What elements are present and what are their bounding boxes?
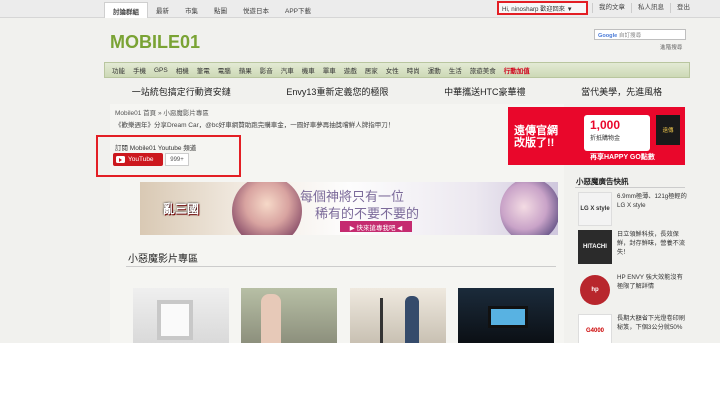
top-right-links: 我的文章 私人訊息 登出 (592, 3, 696, 13)
user-menu-dropdown[interactable]: Hi, ninosharp 歡迎回來 ▼ (497, 1, 588, 15)
nav-item-cameras[interactable]: 相機 (172, 65, 193, 75)
private-messages-link[interactable]: 私人訊息 (631, 3, 670, 13)
fetnet-ad-banner[interactable]: 遠傳官網 改版了!! 1,000 折抵購物金 再享HAPPY GO點數 遠傳 (508, 107, 685, 165)
tab-forum[interactable]: 討論群組 (104, 2, 148, 18)
promo-link[interactable]: 中華攜送HTC豪華禮 (444, 85, 526, 98)
highlight-box (96, 135, 241, 177)
tab-japan[interactable]: 悦遊日本 (235, 2, 277, 18)
promo-link[interactable]: 一站統包搞定行動資安鏈 (132, 85, 231, 98)
google-icon: Google (598, 33, 618, 39)
nav-item-features[interactable]: 功能 (108, 65, 129, 75)
nav-item-phones[interactable]: 手機 (129, 65, 150, 75)
video-thumbnail[interactable] (350, 288, 446, 343)
mobile01-site: 討論群組 最新 市集 點圖 悦遊日本 APP下載 Hi, ninosharp 歡… (0, 0, 720, 343)
game-character-image-2 (500, 182, 558, 235)
promo-link[interactable]: Envy13重新定義您的極限 (286, 85, 388, 98)
ad-amount: 1,000 (590, 118, 621, 132)
tab-market[interactable]: 市集 (177, 2, 206, 18)
game-ad-subheadline: 稀有的不要不要的 (315, 206, 420, 221)
ad-headline: 遠傳官網 (514, 125, 558, 137)
sidebar-ad-item[interactable]: HITACHI 日立領鮮科技，長效保鮮，封存鮮味，營養不流失！ (578, 230, 686, 268)
announcement-link[interactable]: 《歡樂週年》分享Dream Car，@bc好車網贊助跑完購車金，一圓好車夢再抽獎… (115, 119, 394, 129)
nav-item-travel-food[interactable]: 旅遊美食 (466, 65, 500, 75)
nav-item-home[interactable]: 居家 (361, 65, 382, 75)
sidebar-ad-text: 長期大額省下光燈卷印刷秘笈，下個3公分就50% (617, 315, 686, 331)
ad-happygo-text: 再享HAPPY GO點數 (590, 154, 655, 161)
nav-item-games[interactable]: 遊戲 (340, 65, 361, 75)
hitachi-image: HITACHI (578, 230, 612, 264)
nav-item-av[interactable]: 影音 (256, 65, 277, 75)
tab-latest[interactable]: 最新 (148, 2, 177, 18)
sidebar-ad-item[interactable]: hp HP ENVY 強大效能沒有極限了解詳情 (578, 273, 686, 311)
breadcrumb[interactable]: Mobile01 首頁 » 小惡魔影片專區 (115, 107, 209, 117)
top-tabs: 討論群組 最新 市集 點圖 悦遊日本 APP下載 (104, 2, 319, 18)
nav-item-cars[interactable]: 汽車 (277, 65, 298, 75)
top-bar: 討論群組 最新 市集 點圖 悦遊日本 APP下載 Hi, ninosharp 歡… (0, 0, 720, 18)
nav-item-gps[interactable]: GPS (150, 67, 172, 74)
section-divider (126, 266, 556, 267)
nav-item-bicycles[interactable]: 單車 (319, 65, 340, 75)
nav-item-sports[interactable]: 運動 (424, 65, 445, 75)
game-ad-banner[interactable]: 亂三國 每個神將只有一位 稀有的不要不要的 ▶ 快來搶專我吧 ◀ (140, 182, 558, 235)
ad-amount-caption: 折抵購物金 (590, 136, 621, 142)
nav-item-laptops[interactable]: 筆電 (193, 65, 214, 75)
printer-image: G4000 (578, 314, 612, 343)
sidebar-title: 小惡魔廣告快訊 (576, 177, 629, 186)
video-thumbnail[interactable] (241, 288, 337, 343)
game-logo: 亂三國 (162, 202, 199, 216)
game-character-image (232, 182, 302, 235)
ad-brand-tag: 遠傳 (656, 115, 680, 145)
tab-review[interactable]: 點圖 (206, 2, 235, 18)
svg-text:MOBILE01: MOBILE01 (110, 32, 200, 52)
nav-item-motorcycles[interactable]: 機車 (298, 65, 319, 75)
mobile01-logo[interactable]: MOBILE01 (110, 32, 240, 52)
sidebar-ad-item[interactable]: G4000 長期大額省下光燈卷印刷秘笈，下個3公分就50% (578, 314, 686, 343)
nav-item-women[interactable]: 女性 (382, 65, 403, 75)
category-nav: 功能 手機 GPS 相機 筆電 電腦 蘋果 影音 汽車 機車 單車 遊戲 居家 … (104, 62, 690, 78)
hp-logo-icon: hp (580, 275, 610, 305)
sidebar-ad-item[interactable]: LG X style 6.9mm極薄、121g極輕的 LG X style (578, 192, 687, 230)
sidebar-ad-text: HP ENVY 強大效能沒有極限了解詳情 (617, 274, 683, 290)
nav-item-computers[interactable]: 電腦 (214, 65, 235, 75)
advanced-search-link[interactable]: 進階搜尋 (660, 43, 682, 51)
game-ad-cta-button[interactable]: ▶ 快來搶專我吧 ◀ (340, 221, 412, 232)
sidebar-divider (575, 187, 685, 188)
promo-links: 一站統包搞定行動資安鏈 Envy13重新定義您的極限 中華攜送HTC豪華禮 當代… (104, 82, 690, 100)
my-articles-link[interactable]: 我的文章 (592, 3, 631, 13)
logout-link[interactable]: 登出 (670, 3, 696, 13)
video-thumbnail[interactable] (133, 288, 229, 343)
sidebar-ad-text: 6.9mm極薄、121g極輕的 LG X style (617, 193, 687, 209)
ad-subheadline: 改版了!! (514, 137, 555, 149)
promo-link[interactable]: 當代美學，先進風格 (581, 85, 662, 98)
nav-item-life[interactable]: 生活 (445, 65, 466, 75)
tab-app-download[interactable]: APP下載 (277, 2, 319, 18)
sidebar-ad-text: 日立領鮮科技，長效保鮮，封存鮮味，營養不流失！ (617, 231, 686, 256)
nav-item-apple[interactable]: 蘋果 (235, 65, 256, 75)
page: 討論群組 最新 市集 點圖 悦遊日本 APP下載 Hi, ninosharp 歡… (0, 0, 720, 393)
nav-item-fashion[interactable]: 時尚 (403, 65, 424, 75)
section-title: 小惡魔影片專區 (128, 254, 198, 265)
video-thumbnail[interactable] (458, 288, 554, 343)
lg-logo-image: LG X style (578, 192, 612, 226)
nav-item-mobile-plus[interactable]: 行動加值 (500, 65, 534, 75)
search-input[interactable]: Google 自訂搜尋 (594, 29, 686, 40)
